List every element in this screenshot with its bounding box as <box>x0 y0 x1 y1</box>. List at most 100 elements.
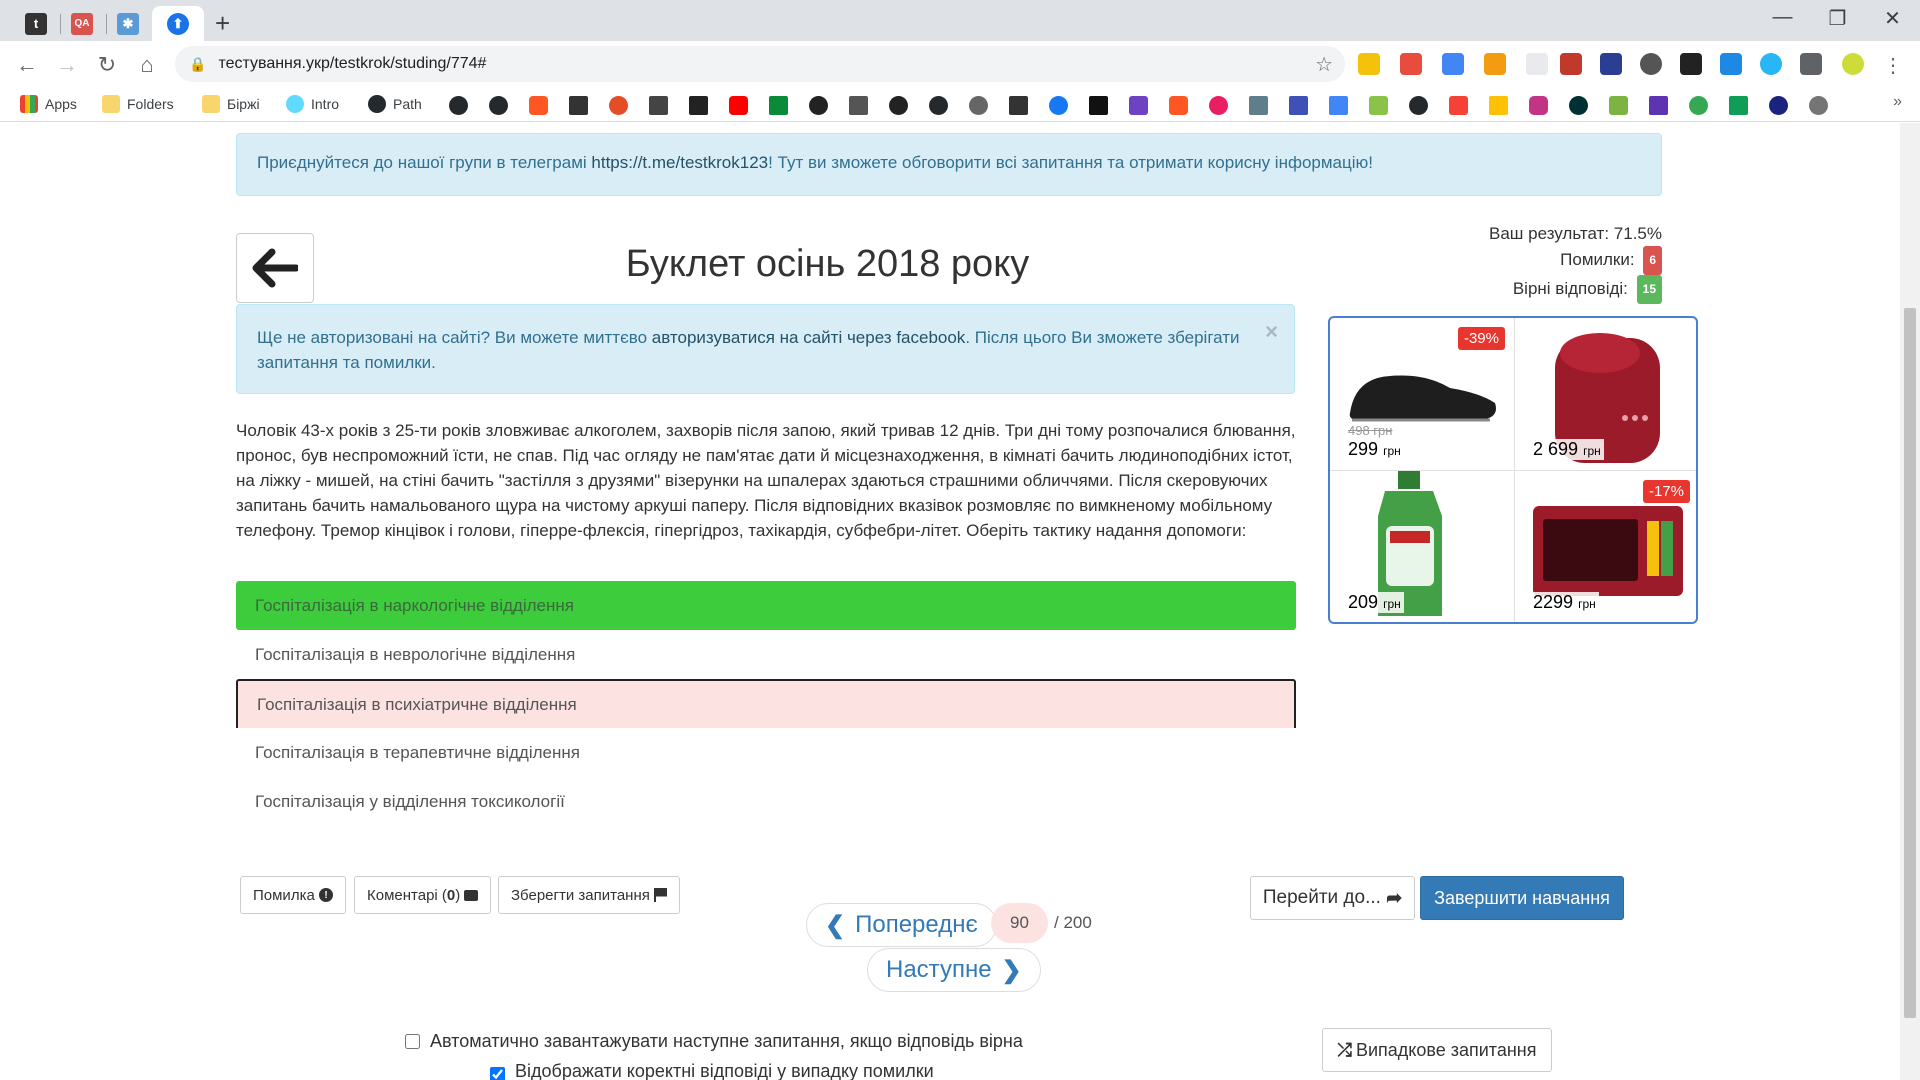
ad-widget[interactable]: 498 грн -39% 299 грн 2 699 грн 209 грн -… <box>1328 316 1698 624</box>
bookmark-birzhi[interactable]: Біржі <box>202 93 260 115</box>
show-correct-checkbox[interactable] <box>490 1067 505 1080</box>
bookmark-icon[interactable] <box>1169 96 1188 115</box>
extension-icon[interactable] <box>1400 53 1422 75</box>
bookmark-intro[interactable]: Intro <box>286 93 339 115</box>
tab-favicon-icon: QA <box>71 12 93 35</box>
tab-3[interactable]: ✱ <box>106 6 150 41</box>
bookmark-icon[interactable] <box>769 96 788 115</box>
bookmarks-overflow-icon[interactable]: » <box>1893 93 1902 111</box>
bookmark-folders[interactable]: Folders <box>102 93 174 115</box>
bookmark-star-icon[interactable]: ☆ <box>1315 52 1333 77</box>
skype-icon[interactable] <box>809 96 828 115</box>
bookmark-icon[interactable] <box>1449 96 1468 115</box>
extension-icon[interactable] <box>1358 53 1380 75</box>
reload-icon[interactable]: ↻ <box>92 50 122 80</box>
tab-1[interactable]: t <box>14 6 58 41</box>
bookmark-icon[interactable] <box>1769 96 1788 115</box>
extension-icon[interactable] <box>1720 53 1742 75</box>
ua-icon[interactable] <box>1129 96 1148 115</box>
w3-icon[interactable] <box>569 96 588 115</box>
github-icon[interactable] <box>929 96 948 115</box>
back-button[interactable] <box>236 233 314 303</box>
scrollbar-thumb[interactable] <box>1904 308 1916 1018</box>
bookmark-icon[interactable] <box>1489 96 1508 115</box>
next-button[interactable]: Наступне ❯ <box>867 948 1041 992</box>
youtube-icon[interactable] <box>729 96 748 115</box>
answer-option[interactable]: Госпіталізація у відділення токсикології <box>236 777 1296 826</box>
facebook-login-link[interactable]: авторизуватися на сайті через facebook <box>652 328 966 347</box>
total-questions: / 200 <box>1054 913 1092 932</box>
ad-item-slippers[interactable]: 498 грн -39% 299 грн <box>1330 318 1513 470</box>
bookmark-icon[interactable] <box>1649 96 1668 115</box>
save-question-button[interactable]: Зберегти запитання <box>498 876 681 914</box>
telegram-link[interactable]: https://t.me/testkrok123 <box>591 153 768 172</box>
ad-item-oven[interactable]: -17% 2299 грн <box>1515 471 1698 623</box>
globe-icon[interactable] <box>969 96 988 115</box>
forward-nav-icon[interactable]: → <box>52 50 82 80</box>
bookmark-icon[interactable] <box>1209 96 1228 115</box>
extension-icon[interactable] <box>1560 53 1582 75</box>
auto-load-checkbox[interactable] <box>405 1034 420 1049</box>
extension-icon[interactable] <box>1526 53 1548 75</box>
menu-kebab-icon[interactable]: ⋮ <box>1878 50 1908 80</box>
close-window-icon[interactable]: ✕ <box>1865 6 1920 31</box>
bookmark-icon[interactable] <box>1009 96 1028 115</box>
github-icon[interactable] <box>449 96 468 115</box>
dou-icon[interactable] <box>689 96 708 115</box>
home-icon[interactable]: ⌂ <box>132 50 162 80</box>
close-icon[interactable]: × <box>1265 319 1278 344</box>
extension-icon[interactable] <box>1760 53 1782 75</box>
random-question-button[interactable]: ⤮ Випадкове запитання <box>1322 1028 1552 1072</box>
maps-icon[interactable] <box>1689 96 1708 115</box>
answer-option[interactable]: Госпіталізація в неврологічне відділення <box>236 630 1296 679</box>
bookmark-icon[interactable] <box>1729 96 1748 115</box>
ad-item-detergent[interactable]: 209 грн <box>1330 471 1513 623</box>
globe-icon[interactable] <box>1809 96 1828 115</box>
comments-button[interactable]: Коментарі (0) <box>354 876 492 914</box>
book-icon[interactable] <box>849 96 868 115</box>
extension-icon[interactable] <box>1442 53 1464 75</box>
address-bar[interactable]: 🔒 тестування.укр/testkrok/studing/774# ☆ <box>175 46 1345 82</box>
olx-icon[interactable] <box>1569 96 1588 115</box>
goto-button[interactable]: Перейти до... ➦ <box>1250 876 1415 920</box>
instagram-icon[interactable] <box>1529 96 1548 115</box>
answer-option-wrong[interactable]: Госпіталізація в психіатричне відділення <box>236 679 1296 728</box>
ad-item-earbuds[interactable]: 2 699 грн <box>1515 318 1698 470</box>
back-nav-icon[interactable]: ← <box>12 50 42 80</box>
bookmark-icon[interactable] <box>529 96 548 115</box>
bookmark-icon[interactable] <box>1089 96 1108 115</box>
bookmark-icon[interactable] <box>649 96 668 115</box>
maximize-icon[interactable]: ❐ <box>1810 6 1865 31</box>
tab-active[interactable]: ⬆ <box>152 6 204 41</box>
report-error-button[interactable]: Помилка ! <box>240 876 346 914</box>
current-question-number[interactable]: 90 <box>991 903 1048 943</box>
tab-2[interactable]: QA <box>60 6 104 41</box>
answer-option-correct[interactable]: Госпіталізація в наркологічне відділення <box>236 581 1296 630</box>
extension-icon[interactable] <box>1640 53 1662 75</box>
profile-avatar-icon[interactable] <box>1842 53 1864 75</box>
extensions-puzzle-icon[interactable] <box>1800 53 1822 75</box>
page-scrollbar[interactable] <box>1900 123 1920 1080</box>
bookmark-path[interactable]: Path <box>368 93 422 115</box>
translate-icon[interactable] <box>1329 96 1348 115</box>
bookmark-icon[interactable] <box>609 96 628 115</box>
code-icon[interactable] <box>1249 96 1268 115</box>
finish-training-button[interactable]: Завершити навчання <box>1420 876 1624 920</box>
extension-icon[interactable] <box>1600 53 1622 75</box>
github-icon[interactable] <box>489 96 508 115</box>
minimize-icon[interactable]: — <box>1755 6 1810 29</box>
facebook-icon[interactable] <box>1049 96 1068 115</box>
folder-icon <box>102 95 120 113</box>
comment-icon <box>464 889 479 901</box>
extension-icon[interactable] <box>1484 53 1506 75</box>
new-tab-icon[interactable]: + <box>215 8 230 39</box>
extension-icon[interactable] <box>1680 53 1702 75</box>
previous-button[interactable]: ❮ Попереднє <box>806 903 997 947</box>
skype-icon[interactable] <box>889 96 908 115</box>
bookmark-apps[interactable]: Apps <box>20 93 77 115</box>
bookmark-icon[interactable] <box>1609 96 1628 115</box>
bookmark-icon[interactable] <box>1289 96 1308 115</box>
github-icon[interactable] <box>1409 96 1428 115</box>
bookmark-icon[interactable] <box>1369 96 1388 115</box>
answer-option[interactable]: Госпіталізація в терапевтичне відділення <box>236 728 1296 777</box>
